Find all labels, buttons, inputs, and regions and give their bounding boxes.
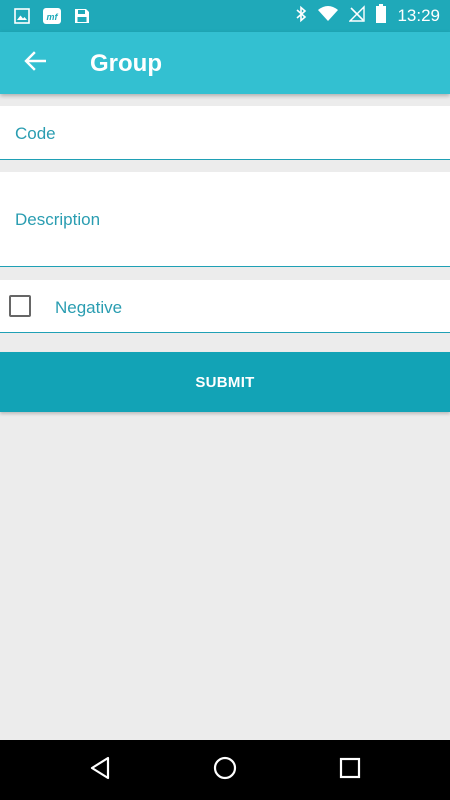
save-icon bbox=[74, 8, 90, 29]
description-field-container bbox=[0, 172, 450, 267]
bluetooth-icon bbox=[295, 5, 307, 28]
battery-icon bbox=[375, 4, 387, 28]
negative-checkbox[interactable] bbox=[9, 295, 31, 317]
submit-button[interactable]: SUBMIT bbox=[0, 352, 450, 412]
status-bar: mf 13:29 bbox=[0, 0, 450, 32]
description-input[interactable] bbox=[15, 210, 435, 234]
nav-recents-button[interactable] bbox=[335, 755, 365, 785]
nav-back-button[interactable] bbox=[85, 755, 115, 785]
clock: 13:29 bbox=[397, 6, 440, 25]
app-notification-icon: mf bbox=[42, 7, 62, 30]
svg-text:mf: mf bbox=[47, 12, 59, 22]
app-bar: Group bbox=[0, 32, 450, 94]
wifi-icon bbox=[317, 5, 339, 27]
page-title: Group bbox=[90, 50, 162, 77]
code-input[interactable] bbox=[15, 123, 435, 145]
back-triangle-icon bbox=[89, 756, 111, 785]
code-field-container bbox=[0, 106, 450, 160]
image-icon bbox=[14, 8, 30, 29]
home-circle-icon bbox=[213, 756, 237, 785]
negative-row: Negative bbox=[0, 280, 450, 333]
system-icons: 13:29 bbox=[295, 0, 440, 32]
recents-square-icon bbox=[339, 757, 361, 784]
arrow-left-icon bbox=[24, 50, 47, 76]
notification-icons: mf bbox=[14, 7, 90, 30]
back-button[interactable] bbox=[18, 47, 52, 79]
nav-home-button[interactable] bbox=[210, 755, 240, 785]
negative-label[interactable]: Negative bbox=[55, 298, 122, 318]
no-signal-icon bbox=[348, 5, 366, 27]
navigation-bar bbox=[0, 740, 450, 800]
